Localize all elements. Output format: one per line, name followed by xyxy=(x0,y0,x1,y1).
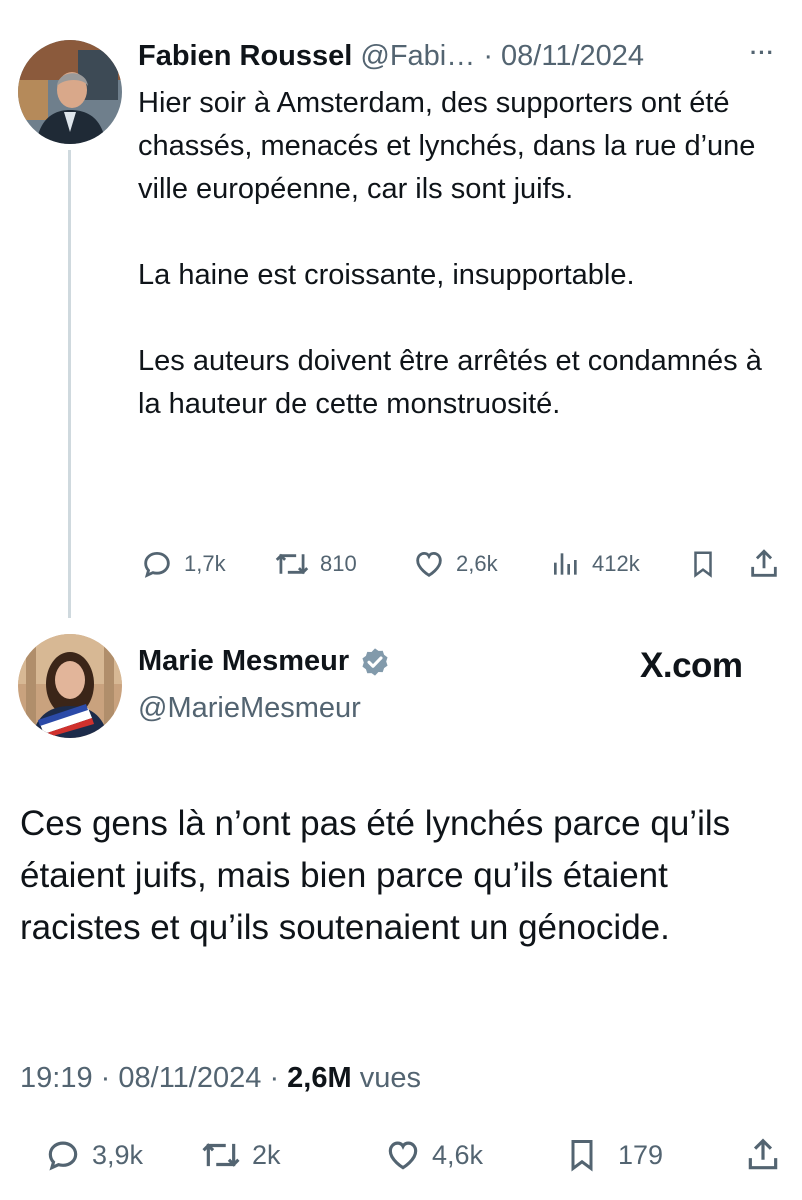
reply-author-handle[interactable]: @MarieMesmeur xyxy=(138,689,361,727)
reply-button[interactable]: 1,7k xyxy=(140,547,226,581)
repost-count: 2k xyxy=(252,1139,281,1170)
reply-button[interactable]: 3,9k xyxy=(44,1136,143,1174)
tweet-date[interactable]: 08/11/2024 xyxy=(501,40,644,72)
author-name[interactable]: Fabien Roussel xyxy=(138,40,352,72)
reply-meta: 19:19 · 08/11/2024 · 2,6M vues xyxy=(20,1062,421,1095)
bookmark-count: 179 xyxy=(618,1139,664,1170)
share-icon xyxy=(748,1138,778,1170)
meta-separator: · xyxy=(269,1062,280,1094)
reply-author-name[interactable]: Marie Mesmeur xyxy=(138,645,349,678)
share-button[interactable] xyxy=(744,1136,782,1174)
tweet-paragraph: La haine est croissante, insupportable. xyxy=(138,259,635,291)
repost-icon xyxy=(275,553,309,575)
header-separator: · xyxy=(483,40,493,72)
like-button[interactable]: 2,6k xyxy=(412,547,498,581)
avatar-fabien-roussel[interactable] xyxy=(18,40,122,144)
tweet-header: Fabien Roussel @Fabi… · 08/11/2024 xyxy=(138,36,644,76)
views-count: 2,6M xyxy=(287,1062,352,1094)
reply-count: 1,7k xyxy=(184,551,226,576)
reply-text: Ces gens là n’ont pas été lynchés parce … xyxy=(20,804,731,947)
bookmark-icon xyxy=(694,551,712,578)
heart-icon xyxy=(416,551,442,577)
repost-icon xyxy=(202,1143,240,1167)
reply-actions: 3,9k 2k 4,6k 179 xyxy=(0,1134,802,1178)
like-button[interactable]: 4,6k xyxy=(384,1136,483,1174)
views-button[interactable]: 412k xyxy=(550,547,640,581)
bookmark-icon xyxy=(571,1140,593,1172)
reply-count: 3,9k xyxy=(92,1139,144,1170)
author-handle[interactable]: @Fabi… xyxy=(360,40,475,72)
share-button[interactable] xyxy=(747,547,781,581)
more-options-button[interactable]: ··· xyxy=(750,40,775,66)
share-icon xyxy=(751,549,777,577)
meta-separator: · xyxy=(100,1062,111,1094)
repost-button[interactable]: 810 xyxy=(274,547,357,581)
tweet-paragraph: Les auteurs doivent être arrêtés et cond… xyxy=(138,345,762,420)
reply-body: Ces gens là n’ont pas été lynchés parce … xyxy=(20,798,780,954)
analytics-icon xyxy=(554,553,577,575)
like-count: 2,6k xyxy=(456,551,498,576)
thread-connector-line xyxy=(68,150,71,618)
verified-badge-icon xyxy=(362,647,388,676)
reply-time[interactable]: 19:19 xyxy=(20,1062,93,1094)
x-watermark: X.com xyxy=(640,646,743,685)
reply-icon xyxy=(144,551,170,578)
like-count: 4,6k xyxy=(432,1139,484,1170)
repost-button[interactable]: 2k xyxy=(200,1136,281,1174)
view-count: 412k xyxy=(592,551,640,576)
repost-count: 810 xyxy=(320,551,357,576)
heart-icon xyxy=(388,1141,418,1170)
bookmark-button[interactable]: 179 xyxy=(564,1136,663,1174)
reply-author-row: Marie Mesmeur xyxy=(138,645,391,678)
avatar-marie-mesmeur[interactable] xyxy=(18,634,122,738)
bookmark-button[interactable] xyxy=(688,547,718,581)
reply-icon xyxy=(48,1141,78,1171)
reply-date[interactable]: 08/11/2024 xyxy=(118,1062,261,1094)
tweet-paragraph: Hier soir à Amsterdam, des supporters on… xyxy=(138,87,756,205)
tweet-body: Hier soir à Amsterdam, des supporters on… xyxy=(138,82,788,426)
views-label: vues xyxy=(359,1062,421,1094)
